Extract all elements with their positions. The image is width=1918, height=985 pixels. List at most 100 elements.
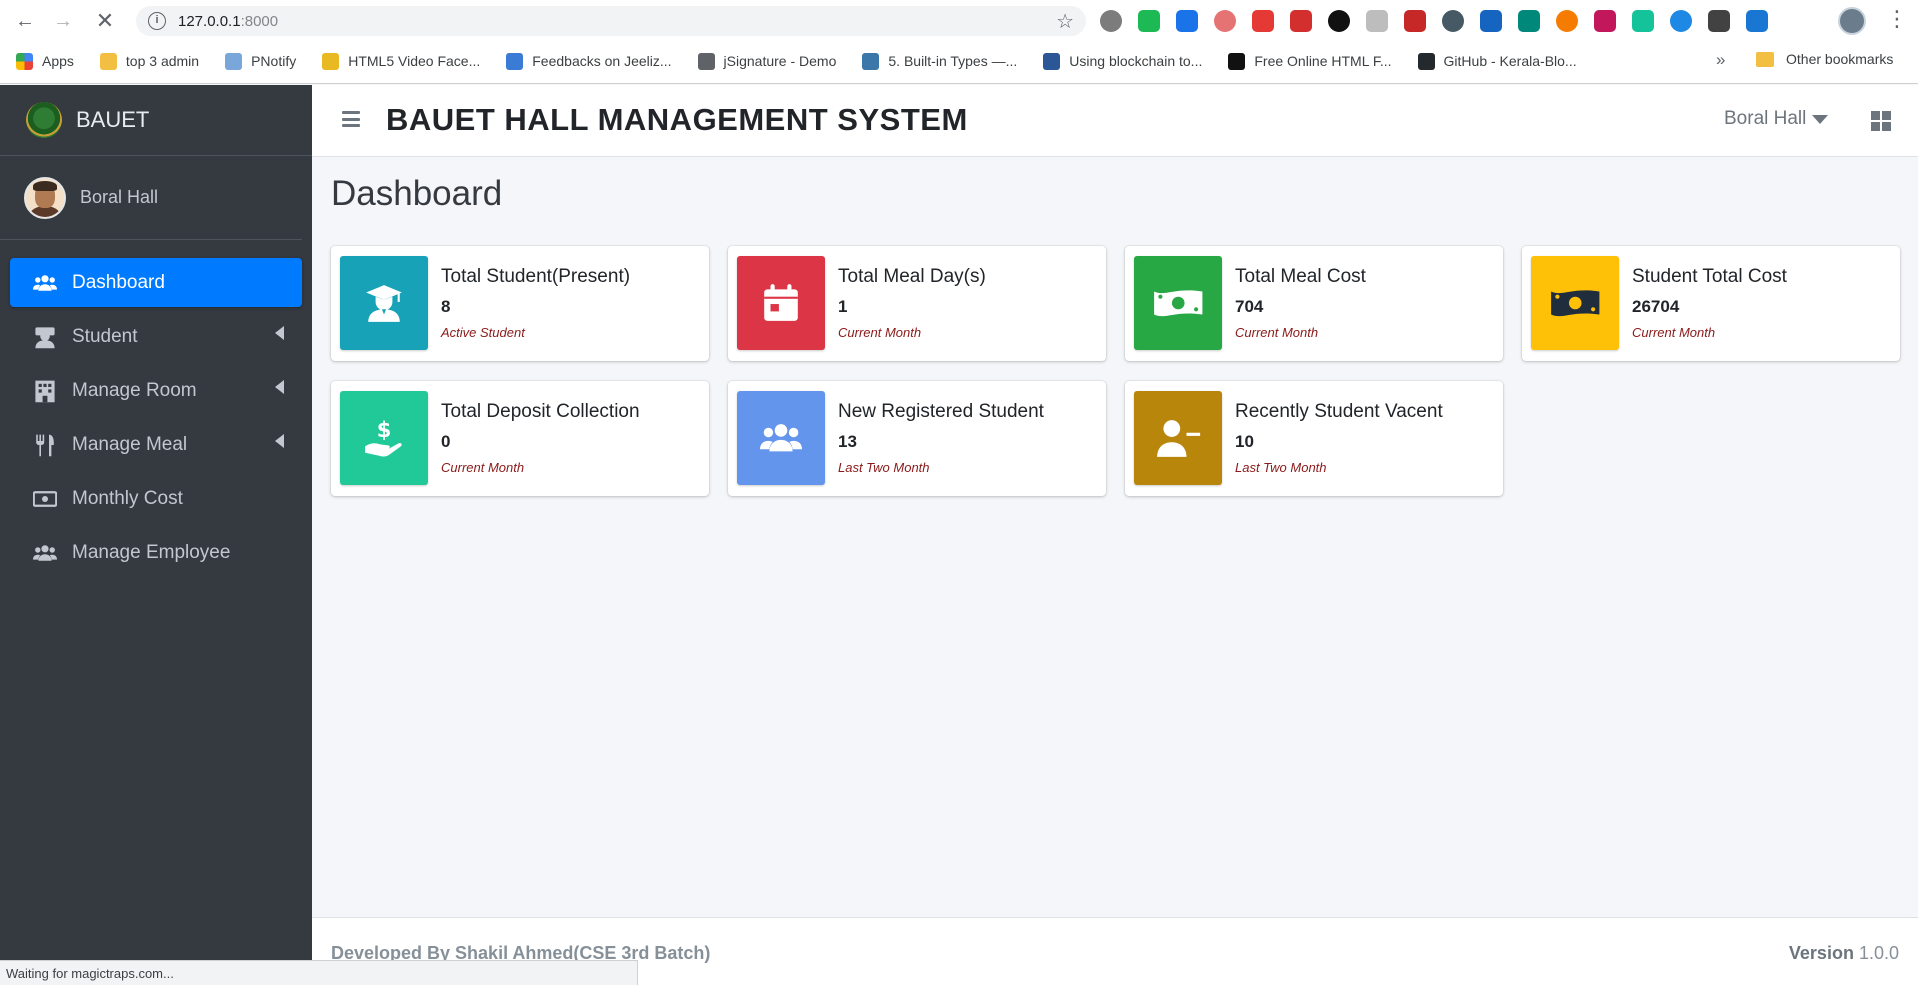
extension-icon[interactable]: [1214, 10, 1236, 32]
user-name[interactable]: Boral Hall: [80, 187, 158, 208]
users-icon: [32, 542, 58, 564]
bookmark-item[interactable]: Feedbacks on Jeeliz...: [506, 52, 672, 70]
other-bookmarks[interactable]: Other bookmarks: [1756, 51, 1893, 67]
extension-icon[interactable]: [1594, 10, 1616, 32]
version-number: 1.0.0: [1858, 943, 1899, 963]
back-icon[interactable]: ←: [12, 8, 38, 34]
bookmark-item[interactable]: PNotify: [225, 52, 296, 70]
user-panel: Boral Hall: [0, 156, 302, 240]
extension-icon[interactable]: [1746, 10, 1768, 32]
info-box: Recently Student Vacent 10 Last Two Month: [1125, 381, 1503, 496]
extension-icon[interactable]: [1100, 10, 1122, 32]
forward-icon[interactable]: →: [50, 8, 76, 34]
site-info-icon[interactable]: i: [148, 12, 166, 30]
menu-toggle-icon[interactable]: [342, 111, 360, 127]
address-url[interactable]: 127.0.0.1:8000: [178, 13, 278, 30]
other-bookmarks-label: Other bookmarks: [1786, 51, 1894, 67]
grid-icon[interactable]: [1871, 111, 1891, 131]
bookmark-item[interactable]: Free Online HTML F...: [1228, 52, 1392, 70]
sidebar-item-label: Manage Room: [72, 379, 197, 401]
app-title: BAUET HALL MANAGEMENT SYSTEM: [386, 102, 968, 137]
sidebar-nav: Dashboard Student Manage Room Manage Meal Mo…: [0, 240, 312, 577]
bookmark-item[interactable]: Apps: [16, 52, 74, 70]
bookmark-label: Free Online HTML F...: [1254, 53, 1392, 69]
sidebar-item-dashboard[interactable]: Dashboard: [10, 258, 302, 307]
bookmark-item[interactable]: GitHub - Kerala-Blo...: [1417, 52, 1577, 70]
hall-dropdown[interactable]: Boral Hall: [1724, 108, 1829, 130]
money-bill-icon: [1531, 256, 1619, 350]
users-icon: [737, 391, 825, 485]
bookmarks-overflow-icon[interactable]: »: [1716, 50, 1725, 70]
info-box-subtitle: Current Month: [1235, 325, 1319, 340]
browser-menu-icon[interactable]: ⋮: [1886, 6, 1908, 32]
bookmark-label: GitHub - Kerala-Blo...: [1443, 53, 1577, 69]
money-icon: [32, 488, 58, 510]
info-box-label: Total Meal Day(s): [838, 266, 986, 287]
sidebar-item-manage-room[interactable]: Manage Room: [10, 366, 302, 415]
calendar-icon: [737, 256, 825, 350]
extension-icon[interactable]: [1518, 10, 1540, 32]
chevron-left-icon[interactable]: [275, 434, 284, 448]
sidebar-item-monthly-cost[interactable]: Monthly Cost: [10, 474, 302, 523]
extension-icon[interactable]: [1328, 10, 1350, 32]
sidebar-item-manage-meal[interactable]: Manage Meal: [10, 420, 302, 469]
page-title: Dashboard: [331, 174, 503, 213]
bookmark-item[interactable]: 5. Built-in Types —...: [862, 52, 1018, 70]
bookmark-item[interactable]: jSignature - Demo: [697, 52, 837, 70]
bookmark-item[interactable]: top 3 admin: [99, 52, 199, 70]
browser-chrome: ← → ✕ i 127.0.0.1:8000 ☆ ⋮ Apps top 3 adm…: [0, 0, 1918, 84]
bookmark-favicon-icon: [1417, 52, 1435, 70]
bookmark-favicon-icon: [1228, 52, 1246, 70]
extension-icon[interactable]: [1556, 10, 1578, 32]
bookmarks-bar: Apps top 3 admin PNotify HTML5 Video Face..…: [0, 44, 1918, 78]
extension-icon[interactable]: [1670, 10, 1692, 32]
bookmark-star-icon[interactable]: ☆: [1056, 9, 1074, 34]
bookmark-item[interactable]: HTML5 Video Face...: [322, 52, 480, 70]
extension-icon[interactable]: [1442, 10, 1464, 32]
main-header: BAUET HALL MANAGEMENT SYSTEM Boral Hall: [312, 85, 1918, 157]
extension-icon[interactable]: [1252, 10, 1274, 32]
sidebar-item-label: Student: [72, 325, 138, 347]
chevron-left-icon[interactable]: [275, 326, 284, 340]
stop-loading-icon[interactable]: ✕: [92, 8, 118, 34]
user-avatar: [24, 176, 66, 219]
extension-icon[interactable]: [1366, 10, 1388, 32]
address-bar[interactable]: i 127.0.0.1:8000 ☆: [136, 6, 1086, 36]
info-box-subtitle: Last Two Month: [838, 460, 930, 475]
bookmark-item[interactable]: Using blockchain to...: [1043, 52, 1202, 70]
bookmark-label: jSignature - Demo: [723, 53, 837, 69]
extension-icon[interactable]: [1176, 10, 1198, 32]
browser-status-bar: Waiting for magictraps.com...: [0, 960, 638, 985]
profile-avatar[interactable]: [1838, 7, 1866, 35]
extension-icon[interactable]: [1632, 10, 1654, 32]
bookmark-favicon-icon: [16, 52, 33, 70]
info-box: Total Meal Cost 704 Current Month: [1125, 246, 1503, 361]
bookmark-favicon-icon: [99, 52, 117, 70]
chevron-left-icon[interactable]: [275, 380, 284, 394]
extension-icon[interactable]: [1708, 10, 1730, 32]
extension-icon[interactable]: [1404, 10, 1426, 32]
graduate-icon: [340, 256, 428, 350]
brand-link[interactable]: BAUET: [0, 85, 312, 156]
info-box-label: Total Deposit Collection: [441, 401, 640, 422]
sidebar-item-student[interactable]: Student: [10, 312, 302, 361]
sidebar-item-manage-employee[interactable]: Manage Employee: [10, 528, 302, 577]
info-box-value: 26704: [1632, 297, 1680, 316]
sidebar-item-label: Dashboard: [72, 271, 165, 293]
student-icon: [32, 326, 58, 348]
footer-version: Version 1.0.0: [1789, 943, 1899, 964]
extension-icon[interactable]: [1480, 10, 1502, 32]
info-box: Total Meal Day(s) 1 Current Month: [728, 246, 1106, 361]
info-box-label: New Registered Student: [838, 401, 1044, 422]
info-box-subtitle: Last Two Month: [1235, 460, 1327, 475]
info-box-subtitle: Active Student: [441, 325, 525, 340]
folder-icon: [1756, 51, 1774, 67]
bookmark-label: Feedbacks on Jeeliz...: [532, 53, 672, 69]
info-box: $ Total Deposit Collection 0 Current Month: [331, 381, 709, 496]
extension-icon[interactable]: [1290, 10, 1312, 32]
extension-icon[interactable]: [1138, 10, 1160, 32]
url-port: :8000: [240, 13, 279, 30]
info-box-label: Total Meal Cost: [1235, 266, 1366, 287]
hall-dropdown-label: Boral Hall: [1724, 108, 1807, 129]
bookmark-label: 5. Built-in Types —...: [888, 53, 1018, 69]
